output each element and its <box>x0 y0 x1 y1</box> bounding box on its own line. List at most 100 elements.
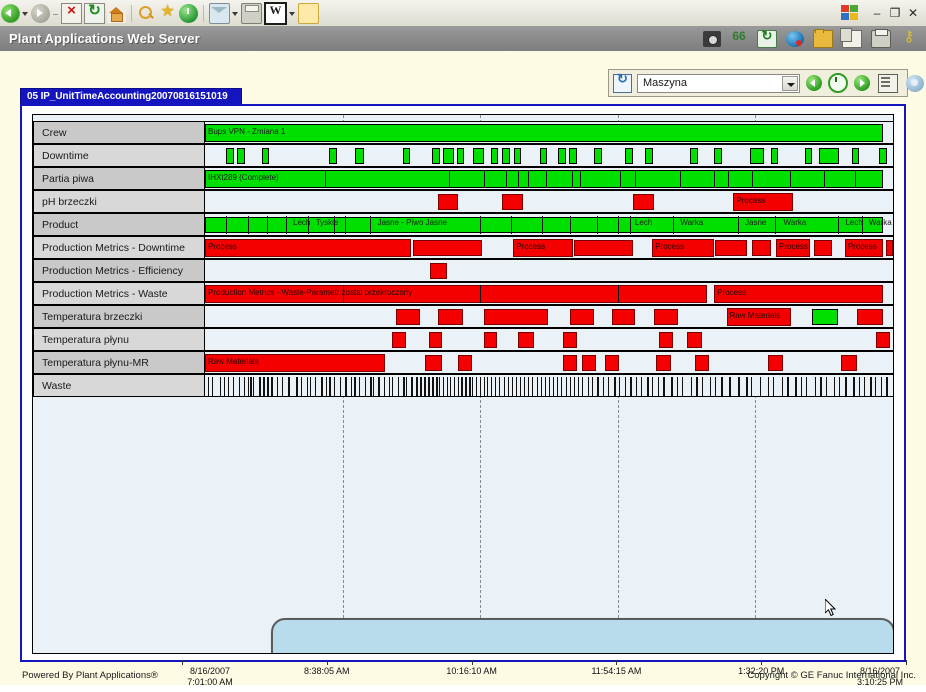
timeline-chart[interactable]: Crew Bups VPN - Zmiana 1 Downtime Partia pi… <box>32 114 894 654</box>
properties-icon[interactable] <box>878 73 898 93</box>
row-label[interactable]: Production Metrics - Waste <box>33 282 205 305</box>
globe-icon[interactable] <box>786 30 804 47</box>
row-label[interactable]: Partia piwa <box>33 167 205 190</box>
timeline-bar[interactable] <box>686 332 702 348</box>
minimize-button[interactable]: – <box>869 5 885 21</box>
print-icon[interactable] <box>871 28 891 48</box>
timeline-bar[interactable] <box>428 332 443 348</box>
timeline-bar[interactable] <box>557 148 566 164</box>
row-track[interactable]: Bups VPN - Zmiana 1 <box>205 121 893 144</box>
refresh-icon[interactable] <box>757 28 777 48</box>
row-track[interactable] <box>205 374 893 397</box>
timeline-bar[interactable]: Process <box>733 193 794 211</box>
camera-icon[interactable] <box>703 30 721 47</box>
timeline-bar[interactable] <box>612 309 635 325</box>
timeline-bar[interactable] <box>562 332 577 348</box>
time-icon[interactable] <box>828 73 848 93</box>
timeline-bar[interactable] <box>429 263 448 279</box>
word-dropdown-icon[interactable] <box>288 5 297 22</box>
refresh-icon[interactable] <box>84 1 105 24</box>
mail-dropdown-icon[interactable] <box>231 5 240 22</box>
timeline-row[interactable]: pH brzeczki Process <box>33 190 893 213</box>
timeline-row[interactable]: Crew Bups VPN - Zmiana 1 <box>33 121 893 144</box>
restore-button[interactable]: ❐ <box>887 5 903 21</box>
timeline-row[interactable]: Production Metrics - Downtime Process Proc… <box>33 236 893 259</box>
timeline-row[interactable]: Partia piwa IHXt289 (Complete) <box>33 167 893 190</box>
timeline-bar[interactable] <box>632 194 654 210</box>
timeline-bar[interactable]: Process <box>513 239 574 257</box>
timeline-bar[interactable] <box>458 355 472 371</box>
timeline-bar[interactable] <box>354 148 364 164</box>
timeline-bar[interactable] <box>483 309 548 325</box>
row-track[interactable] <box>205 328 893 351</box>
search-icon[interactable] <box>137 4 156 23</box>
timeline-bar[interactable] <box>432 148 440 164</box>
home-icon[interactable] <box>107 3 126 23</box>
timeline-bar[interactable] <box>568 148 577 164</box>
copy-icon[interactable] <box>840 27 862 48</box>
timeline-row[interactable]: Production Metrics - Efficiency <box>33 259 893 282</box>
row-track[interactable] <box>205 259 893 282</box>
timeline-bar[interactable] <box>328 148 338 164</box>
timeline-row[interactable]: Downtime <box>33 144 893 167</box>
timeline-bar[interactable] <box>540 148 547 164</box>
timeline-bar[interactable] <box>605 355 620 371</box>
back-dropdown-icon[interactable] <box>21 5 30 22</box>
row-label[interactable]: Temperatura płynu-MR <box>33 351 205 374</box>
timeline-row[interactable]: Production Metrics - Waste Production Met… <box>33 282 893 305</box>
stop-icon[interactable] <box>61 2 82 24</box>
timeline-bar[interactable] <box>456 148 465 164</box>
timeline-bar[interactable] <box>443 148 455 164</box>
timeline-bar[interactable] <box>857 309 883 325</box>
timeline-bar[interactable]: Process <box>844 239 883 257</box>
row-label[interactable]: Crew <box>33 121 205 144</box>
row-label[interactable]: Production Metrics - Efficiency <box>33 259 205 282</box>
timeline-row[interactable]: Temperatura płynu-MR Raw Materials <box>33 351 893 374</box>
timeline-bar[interactable] <box>483 332 498 348</box>
timeline-bar[interactable] <box>225 148 234 164</box>
timeline-bar[interactable] <box>813 240 833 256</box>
row-track[interactable]: Process <box>205 190 893 213</box>
row-track[interactable] <box>205 144 893 167</box>
history-icon[interactable] <box>179 3 198 23</box>
timeline-bar[interactable] <box>811 309 838 325</box>
timeline-bar[interactable] <box>237 148 245 164</box>
help-icon[interactable] <box>906 74 924 92</box>
timeline-bar[interactable] <box>655 355 672 371</box>
binoculars-icon[interactable] <box>730 29 748 47</box>
favorites-icon[interactable] <box>158 3 177 23</box>
row-label[interactable]: Waste <box>33 374 205 397</box>
timeline-bar[interactable] <box>569 309 594 325</box>
word-icon[interactable] <box>264 1 287 25</box>
row-track[interactable]: Production Metrics - Waste-Parametr zost… <box>205 282 893 305</box>
timeline-bar[interactable] <box>694 355 709 371</box>
next-icon[interactable] <box>854 75 870 91</box>
timeline-row[interactable]: Temperatura brzeczki Raw Materials <box>33 305 893 328</box>
timeline-bar[interactable] <box>594 148 602 164</box>
row-label[interactable]: pH brzeczki <box>33 190 205 213</box>
timeline-bar[interactable]: Raw Materials <box>726 308 792 326</box>
timeline-bar[interactable] <box>653 309 679 325</box>
row-label[interactable]: Product <box>33 213 205 236</box>
row-label[interactable]: Downtime <box>33 144 205 167</box>
timeline-bar[interactable] <box>562 355 577 371</box>
timeline-bar[interactable] <box>879 148 888 164</box>
timeline-bar[interactable]: Process <box>652 239 715 257</box>
timeline-bar[interactable] <box>886 240 893 256</box>
timeline-bar[interactable] <box>502 194 523 210</box>
row-label[interactable]: Temperatura płynu <box>33 328 205 351</box>
notes-icon[interactable] <box>298 2 319 24</box>
timeline-bar[interactable] <box>262 148 269 164</box>
timeline-bar[interactable]: Production Metrics - Waste-Parametr zost… <box>205 285 708 303</box>
timeline-bar[interactable] <box>582 355 596 371</box>
timeline-bar[interactable] <box>437 309 463 325</box>
timeline-bar[interactable] <box>502 148 510 164</box>
row-track[interactable]: Process Process Process Process Process <box>205 236 893 259</box>
timeline-bar[interactable] <box>412 240 482 256</box>
timeline-bar[interactable] <box>518 332 534 348</box>
mail-icon[interactable] <box>209 2 230 24</box>
timeline-bar[interactable] <box>490 148 499 164</box>
print-icon[interactable] <box>241 2 262 24</box>
timeline-bar[interactable] <box>770 148 779 164</box>
chevron-down-icon[interactable] <box>782 75 798 91</box>
